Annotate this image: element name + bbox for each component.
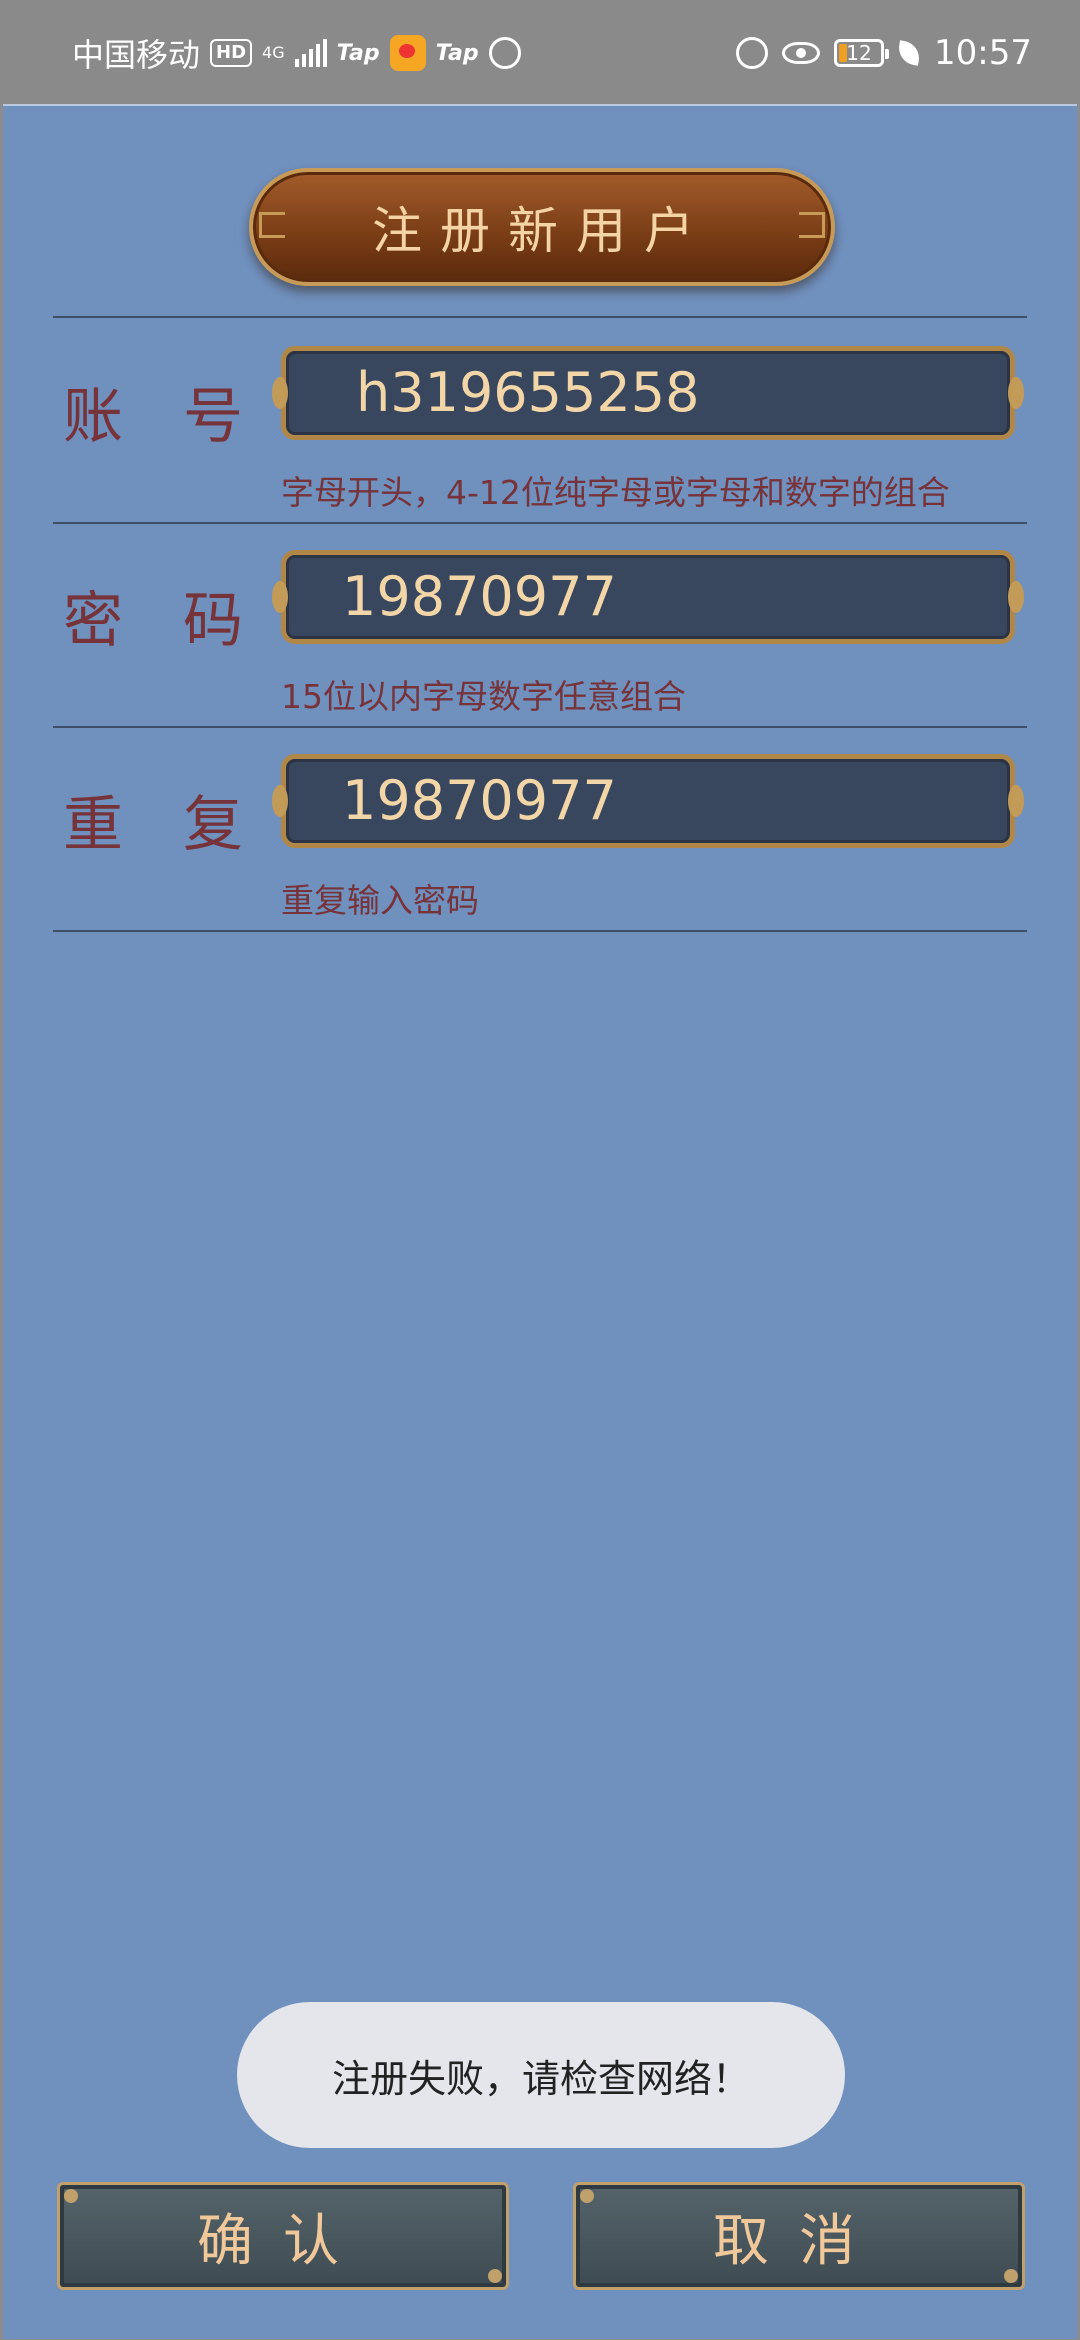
- account-label: 账 号: [63, 368, 243, 455]
- cancel-button-label: 取消: [713, 2208, 885, 2274]
- ornament-left-icon: [259, 212, 285, 238]
- account-label-char-2: 号: [183, 382, 243, 452]
- corner-ornament-icon: [64, 2189, 78, 2203]
- password-label: 密 码: [63, 572, 243, 659]
- account-input-value: h319655258: [356, 361, 700, 424]
- corner-ornament-icon: [580, 2189, 594, 2203]
- confirm-button[interactable]: 确认: [57, 2182, 509, 2290]
- clock: 10:57: [934, 33, 1032, 73]
- power-saving-leaf-icon: [896, 40, 922, 66]
- error-toast: 注册失败，请检查网络！: [237, 2002, 845, 2148]
- corner-ornament-icon: [488, 2269, 502, 2283]
- repeat-label-char-2: 复: [183, 790, 243, 860]
- confirm-button-label: 确认: [197, 2208, 369, 2274]
- page-title: 注册新用户: [372, 202, 712, 260]
- repeat-password-hint: 重复输入密码: [281, 881, 479, 920]
- account-label-char-1: 账: [63, 382, 123, 452]
- password-label-char-2: 码: [183, 586, 243, 656]
- status-bar-left: 中国移动 HD 4G Tap Tap: [72, 30, 521, 76]
- divider: [53, 316, 1027, 318]
- ornament-right-icon: [799, 212, 825, 238]
- repeat-password-label: 重 复: [63, 776, 243, 863]
- network-type: 4G: [262, 45, 285, 61]
- status-bar-right: 12 10:57: [736, 30, 1032, 76]
- network-label: 4G: [262, 43, 285, 62]
- status-bar: 中国移动 HD 4G Tap Tap 12 10:57: [0, 0, 1080, 104]
- repeat-label-char-1: 重: [63, 790, 123, 860]
- toast-message: 注册失败，请检查网络！: [331, 2056, 750, 2101]
- field-cap-left-icon: [272, 581, 288, 613]
- weibo-icon: [389, 35, 426, 71]
- account-hint: 字母开头，4-12位纯字母或字母和数字的组合: [281, 473, 950, 512]
- battery-icon: 12: [834, 39, 890, 67]
- password-hint: 15位以内字母数字任意组合: [281, 677, 686, 716]
- field-cap-right-icon: [1008, 581, 1024, 613]
- repeat-password-input-value: 19870977: [342, 769, 617, 832]
- signal-icon: [294, 39, 327, 67]
- hd-icon: HD: [210, 39, 253, 67]
- carrier-name: 中国移动: [72, 36, 201, 74]
- divider: [53, 930, 1027, 932]
- app-notification-icon: [488, 37, 521, 69]
- page-title-plate: 注册新用户: [249, 168, 835, 286]
- account-input[interactable]: h319655258: [272, 346, 1024, 440]
- repeat-password-input[interactable]: 19870977: [272, 754, 1024, 848]
- taptap-icon: Tap: [336, 40, 380, 66]
- eye-comfort-icon: [782, 42, 821, 64]
- corner-ornament-icon: [1004, 2269, 1018, 2283]
- battery-level: 12: [846, 41, 872, 65]
- password-label-char-1: 密: [63, 586, 123, 656]
- field-cap-left-icon: [272, 785, 288, 817]
- password-input-value: 19870977: [342, 565, 617, 628]
- taptap-icon-2: Tap: [435, 40, 479, 66]
- divider: [53, 522, 1027, 524]
- field-cap-right-icon: [1008, 377, 1024, 409]
- field-cap-right-icon: [1008, 785, 1024, 817]
- register-panel: 注册新用户 账 号 h319655258 字母开头，4-12位纯字母或字母和数字…: [3, 104, 1077, 2339]
- data-saver-icon: [736, 37, 769, 69]
- password-input[interactable]: 19870977: [272, 550, 1024, 644]
- cancel-button[interactable]: 取消: [573, 2182, 1025, 2290]
- divider: [53, 726, 1027, 728]
- field-cap-left-icon: [272, 377, 288, 409]
